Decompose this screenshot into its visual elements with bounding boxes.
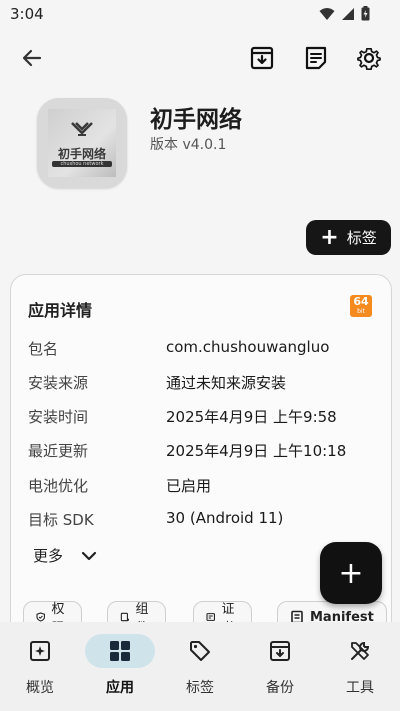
status-icons bbox=[319, 6, 370, 21]
arrow-left-icon bbox=[22, 49, 42, 67]
bit-badge: 64 bit bbox=[350, 295, 372, 317]
wifi-icon bbox=[319, 7, 335, 20]
detail-row-battery: 电池优化 已启用 bbox=[28, 475, 378, 497]
nav-item-tools[interactable]: 工具 bbox=[322, 634, 398, 704]
app-logo-icon bbox=[71, 122, 93, 136]
bit-badge-number: 64 bbox=[353, 295, 369, 308]
archive-download-icon bbox=[250, 46, 274, 70]
nav-label: 应用 bbox=[106, 680, 134, 696]
top-app-bar bbox=[0, 40, 400, 76]
nav-item-tags[interactable]: 标签 bbox=[162, 634, 238, 704]
app-icon-text: 初手网络 bbox=[57, 147, 106, 161]
add-tag-button[interactable]: + 标签 bbox=[306, 220, 391, 255]
plus-icon: + bbox=[320, 224, 339, 250]
card-title: 应用详情 bbox=[28, 301, 93, 320]
gear-icon bbox=[357, 47, 381, 71]
app-icon: 初手网络 chushou network bbox=[37, 98, 127, 188]
more-toggle[interactable]: 更多 bbox=[33, 545, 97, 566]
detail-value: 30 (Android 11) bbox=[166, 509, 284, 527]
more-label: 更多 bbox=[33, 547, 64, 565]
nav-label: 工具 bbox=[346, 680, 374, 696]
detail-key: 目标 SDK bbox=[28, 511, 94, 529]
floating-add-button[interactable]: + bbox=[320, 542, 382, 604]
detail-value[interactable]: com.chushouwangluo bbox=[166, 338, 329, 356]
app-name: 初手网络 bbox=[150, 107, 242, 133]
nav-label: 备份 bbox=[266, 680, 294, 696]
overview-icon bbox=[30, 641, 50, 661]
note-icon bbox=[305, 46, 327, 70]
app-icon-subtext: chushou network bbox=[52, 161, 112, 167]
detail-value: 通过未知来源安装 bbox=[166, 374, 287, 392]
bottom-navigation: 概览 应用 标签 备份 工具 bbox=[0, 622, 400, 711]
detail-key: 电池优化 bbox=[28, 477, 89, 495]
detail-key: 最近更新 bbox=[28, 442, 89, 460]
status-time: 3:04 bbox=[10, 5, 44, 23]
settings-button[interactable] bbox=[355, 44, 383, 72]
nav-item-backup[interactable]: 备份 bbox=[242, 634, 318, 704]
detail-value: 2025年4月9日 上午9:58 bbox=[166, 408, 337, 426]
battery-icon bbox=[361, 6, 370, 21]
detail-value: 2025年4月9日 上午10:18 bbox=[166, 442, 347, 460]
nav-label: 标签 bbox=[186, 680, 214, 696]
add-tag-label: 标签 bbox=[346, 229, 377, 247]
plus-icon: + bbox=[338, 555, 364, 591]
backup-archive-icon bbox=[270, 641, 290, 661]
notes-button[interactable] bbox=[302, 44, 330, 72]
detail-row-install-time: 安装时间 2025年4月9日 上午9:58 bbox=[28, 406, 378, 428]
tools-icon bbox=[351, 641, 370, 660]
detail-value: 已启用 bbox=[166, 477, 212, 495]
install-archive-button[interactable] bbox=[248, 44, 276, 72]
nav-item-overview[interactable]: 概览 bbox=[2, 634, 78, 704]
bit-badge-unit: bit bbox=[357, 308, 365, 315]
detail-row-package: 包名 com.chushouwangluo bbox=[28, 338, 378, 360]
detail-row-target-sdk: 目标 SDK 30 (Android 11) bbox=[28, 509, 378, 531]
nav-label: 概览 bbox=[26, 680, 54, 696]
nav-item-apps[interactable]: 应用 bbox=[82, 634, 158, 704]
detail-key: 安装时间 bbox=[28, 408, 89, 426]
back-button[interactable] bbox=[18, 44, 46, 72]
chevron-down-icon bbox=[81, 551, 97, 560]
detail-row-install-source: 安装来源 通过未知来源安装 bbox=[28, 372, 378, 394]
detail-row-last-update: 最近更新 2025年4月9日 上午10:18 bbox=[28, 440, 378, 462]
tag-icon bbox=[190, 641, 210, 661]
detail-key: 包名 bbox=[28, 340, 59, 358]
app-version: 版本 v4.0.1 bbox=[150, 137, 227, 153]
detail-key: 安装来源 bbox=[28, 374, 89, 392]
status-bar: 3:04 bbox=[0, 0, 400, 28]
signal-icon bbox=[342, 7, 354, 20]
apps-grid-icon bbox=[110, 641, 130, 661]
